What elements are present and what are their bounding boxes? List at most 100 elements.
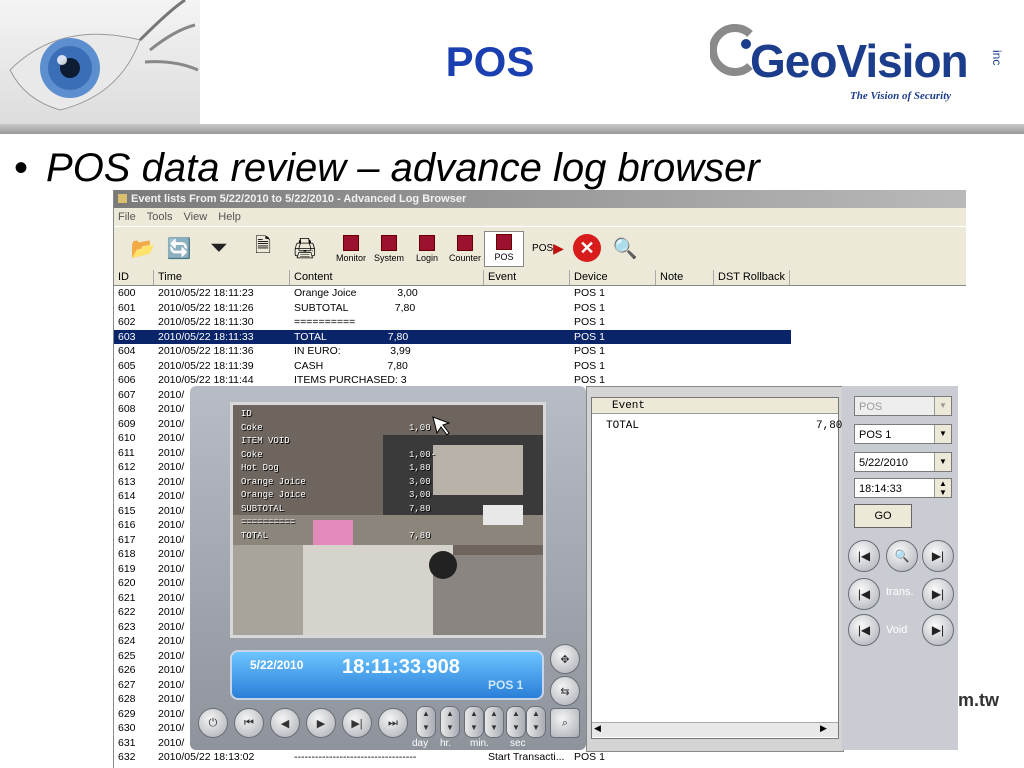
- col-device[interactable]: Device: [570, 270, 656, 285]
- export-icon[interactable]: 🗎: [246, 231, 280, 265]
- menu-view[interactable]: View: [184, 211, 208, 223]
- chevron-down-icon: ▼: [934, 453, 951, 471]
- table-row[interactable]: 602 2010/05/22 18:11:30 ========== POS 1: [114, 315, 791, 330]
- system-label: System: [373, 253, 404, 263]
- cell-id: 629: [118, 707, 136, 720]
- hour-label: hr.: [440, 738, 452, 749]
- display-channel: POS 1: [488, 678, 524, 692]
- event-row-text: TOTAL: [606, 420, 640, 432]
- play-icon[interactable]: ▶: [306, 708, 336, 738]
- monitor-button[interactable]: Monitor: [332, 233, 370, 267]
- cell-id: 616: [118, 519, 136, 531]
- event-list-header[interactable]: Event: [592, 398, 838, 414]
- cell-time: 2010/05/22 18:11:23: [158, 287, 254, 299]
- zoom-icon[interactable]: ⌕: [550, 708, 580, 738]
- overlay-item: Hot Dog: [241, 463, 279, 473]
- col-note[interactable]: Note: [656, 270, 714, 285]
- cell-id: 626: [118, 664, 136, 676]
- login-button[interactable]: Login: [408, 233, 446, 267]
- cell-time: 2010/: [158, 417, 185, 430]
- minute-label: min.: [470, 738, 489, 749]
- filter-icon[interactable]: ⏷: [202, 231, 236, 265]
- scroll-right-icon[interactable]: ▶: [820, 723, 827, 734]
- cell-time: 2010/: [158, 707, 185, 720]
- col-dst[interactable]: DST Rollback: [714, 270, 790, 285]
- cell-id: 619: [118, 562, 136, 575]
- overlay-value: 7,80: [409, 530, 431, 541]
- prev-trans-icon[interactable]: |◀: [848, 578, 880, 610]
- cell-time: 2010/05/22 18:11:33: [158, 330, 254, 343]
- cell-id: 614: [118, 490, 136, 502]
- open-folder-icon[interactable]: 📂: [126, 231, 160, 265]
- cell-id: 613: [118, 475, 136, 488]
- col-content[interactable]: Content: [290, 270, 484, 285]
- pos-label: POS: [494, 252, 514, 262]
- go-button[interactable]: GO: [854, 504, 912, 528]
- col-time[interactable]: Time: [154, 270, 290, 285]
- move-icon[interactable]: ✥: [550, 644, 580, 674]
- table-row[interactable]: 632 2010/05/22 18:13:02 ------------------…: [114, 750, 791, 765]
- type-select[interactable]: POS ▼: [854, 396, 952, 416]
- spin-arrows-icon: ▲ ▼: [934, 479, 951, 497]
- counter-button[interactable]: Counter: [446, 233, 484, 267]
- table-row[interactable]: 605 2010/05/22 18:11:39 CASH 7,80 POS 1: [114, 359, 791, 374]
- minute-spinner-b[interactable]: ▲ ▼: [484, 706, 504, 738]
- cell-id: 610: [118, 432, 136, 444]
- minute-spinner-a[interactable]: ▲ ▼: [464, 706, 484, 738]
- table-row[interactable]: 600 2010/05/22 18:11:23 Orange Joice 3,00 P…: [114, 286, 791, 301]
- window-title-bar: Event lists From 5/22/2010 to 5/22/2010 …: [114, 190, 966, 208]
- cell-content: CASH 7,80: [294, 359, 408, 372]
- logo-tagline: The Vision of Security: [850, 90, 952, 102]
- cell-time: 2010/: [158, 649, 185, 662]
- slide-title: POS: [445, 38, 535, 85]
- time-spinner[interactable]: 18:14:33 ▲ ▼: [854, 478, 952, 498]
- col-event[interactable]: Event: [484, 270, 570, 285]
- step-back-icon[interactable]: ◀: [270, 708, 300, 738]
- refresh-icon[interactable]: 🔄: [162, 231, 196, 265]
- cell-id: 609: [118, 417, 136, 430]
- table-row[interactable]: 604 2010/05/22 18:11:36 IN EURO: 3,99 POS 1: [114, 344, 791, 359]
- step-forward-icon[interactable]: ▶|: [342, 708, 372, 738]
- col-id[interactable]: ID: [114, 270, 154, 285]
- close-red-icon[interactable]: ✕: [570, 231, 604, 265]
- next-trans-icon[interactable]: ▶|: [922, 578, 954, 610]
- second-spinner-a[interactable]: ▲ ▼: [506, 706, 526, 738]
- menu-help[interactable]: Help: [218, 211, 241, 223]
- pos-next-icon[interactable]: POS ▶: [528, 231, 568, 265]
- prev-result-icon[interactable]: |◀: [848, 540, 880, 572]
- corner-text: m.tw: [958, 690, 1000, 710]
- day-spinner[interactable]: ▲ ▼: [416, 706, 436, 738]
- prev-void-icon[interactable]: |◀: [848, 614, 880, 646]
- device-select[interactable]: POS 1 ▼: [854, 424, 952, 444]
- table-row[interactable]: 603 2010/05/22 18:11:33 TOTAL 7,80 POS 1: [114, 329, 791, 344]
- next-void-icon[interactable]: ▶|: [922, 614, 954, 646]
- pos-button[interactable]: POS: [484, 231, 524, 267]
- power-icon[interactable]: ⏻: [198, 708, 228, 738]
- bullet-dot-icon: •: [14, 146, 29, 190]
- date-picker[interactable]: 5/22/2010 ▼: [854, 452, 952, 472]
- cell-id: 611: [118, 446, 135, 459]
- menu-tools[interactable]: Tools: [147, 211, 173, 223]
- second-spinner-b[interactable]: ▲ ▼: [526, 706, 546, 738]
- hour-spinner[interactable]: ▲ ▼: [440, 706, 460, 738]
- menu-file[interactable]: File: [118, 211, 136, 223]
- logo-name: GeoVision: [750, 35, 969, 87]
- cell-id: 622: [118, 606, 136, 618]
- system-button[interactable]: System: [370, 233, 408, 267]
- login-icon: [419, 235, 435, 251]
- cell-time: 2010/05/22 18:11:30: [158, 316, 254, 328]
- swap-icon[interactable]: ⇆: [550, 676, 580, 706]
- search-icon[interactable]: 🔍: [886, 540, 918, 572]
- cell-id: 612: [118, 461, 136, 473]
- cell-content: SUBTOTAL 7,80: [294, 301, 416, 314]
- scroll-left-icon[interactable]: ◀: [594, 723, 601, 734]
- table-row[interactable]: 601 2010/05/22 18:11:26 SUBTOTAL 7,80 POS 1: [114, 301, 791, 316]
- print-icon[interactable]: 🖨: [288, 231, 322, 265]
- fast-forward-icon[interactable]: ⏭: [378, 708, 408, 738]
- logo-mark-icon: [710, 24, 753, 76]
- horizontal-scrollbar[interactable]: ◀ ▶: [592, 722, 838, 737]
- rewind-icon[interactable]: ⏮: [234, 708, 264, 738]
- search-gray-icon[interactable]: 🔍: [608, 231, 642, 265]
- event-row-value: 7,80: [816, 420, 843, 432]
- next-result-icon[interactable]: ▶|: [922, 540, 954, 572]
